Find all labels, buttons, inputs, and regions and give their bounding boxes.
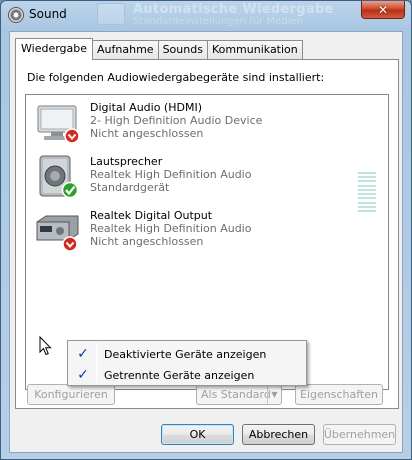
sound-dialog: Sound Automatische Wiedergabe Standardei… [0,0,412,460]
device-name: Lautsprecher [90,155,163,168]
device-status: Nicht angeschlossen [90,127,204,140]
chevron-down-icon[interactable]: ▼ [267,385,281,404]
close-button[interactable]: ✕ [361,1,405,19]
menu-item-label: Getrennte Geräte anzeigen [104,369,255,382]
background-window-icon [97,3,125,25]
title-bar[interactable]: Sound Automatische Wiedergabe Standardei… [1,1,411,29]
device-item-digital-output[interactable]: Realtek Digital Output Realtek High Defi… [32,206,382,258]
menu-item-show-disconnected[interactable]: ✓ Getrennte Geräte anzeigen [70,365,304,385]
device-name: Realtek Digital Output [90,209,213,222]
speaker-icon [34,154,80,200]
device-status: Nicht angeschlossen [90,235,204,248]
set-default-split-button[interactable]: Als Standard ▼ [196,384,282,405]
status-disconnected-icon [62,236,78,252]
context-menu: ✓ Deaktivierte Geräte anzeigen ✓ Getrenn… [67,340,307,386]
cancel-button[interactable]: Abbrechen [242,424,315,445]
tab-wiedergabe[interactable]: Wiedergabe [15,38,94,60]
window-title: Sound [29,7,67,21]
dialog-client-area: Wiedergabe Aufnahme Sounds Kommunikation… [9,31,403,453]
tab-kommunikation[interactable]: Kommunikation [206,40,303,59]
status-default-icon [61,181,79,199]
mouse-pointer-icon [39,335,52,359]
status-disconnected-icon [64,128,80,144]
checkmark-icon: ✓ [77,367,89,383]
device-driver: 2- High Definition Audio Device [90,114,263,127]
close-icon: ✕ [377,2,389,17]
tab-sounds[interactable]: Sounds [157,40,208,59]
device-item-hdmi[interactable]: Digital Audio (HDMI) 2- High Definition … [32,98,382,150]
sound-app-icon [8,7,24,23]
tab-aufnahme[interactable]: Aufnahme [92,40,159,59]
device-driver: Realtek High Definition Audio [90,222,252,235]
background-window-title: Automatische Wiedergabe [133,2,334,17]
device-status: Standardgerät [90,181,170,194]
properties-button[interactable]: Eigenschaften [295,384,383,405]
receiver-icon [34,208,80,254]
tab-strip: Wiedergabe Aufnahme Sounds Kommunikation [15,38,303,60]
intro-text: Die folgenden Audiowiedergabegeräte sind… [27,71,325,84]
device-driver: Realtek High Definition Audio [90,168,252,181]
set-default-label: Als Standard [201,388,271,401]
configure-button[interactable]: Konfigurieren [27,384,115,405]
device-name: Digital Audio (HDMI) [90,101,202,114]
background-window-subtitle: Standardeinstellungen für Medien [133,16,303,27]
apply-button[interactable]: Übernehmen [323,424,396,445]
monitor-icon [34,100,80,146]
checkmark-icon: ✓ [77,346,89,362]
ok-button[interactable]: OK [161,424,234,445]
menu-item-label: Deaktivierte Geräte anzeigen [104,348,267,361]
device-item-lautsprecher[interactable]: Lautsprecher Realtek High Definition Aud… [32,152,382,212]
menu-item-show-disabled[interactable]: ✓ Deaktivierte Geräte anzeigen [70,344,304,364]
